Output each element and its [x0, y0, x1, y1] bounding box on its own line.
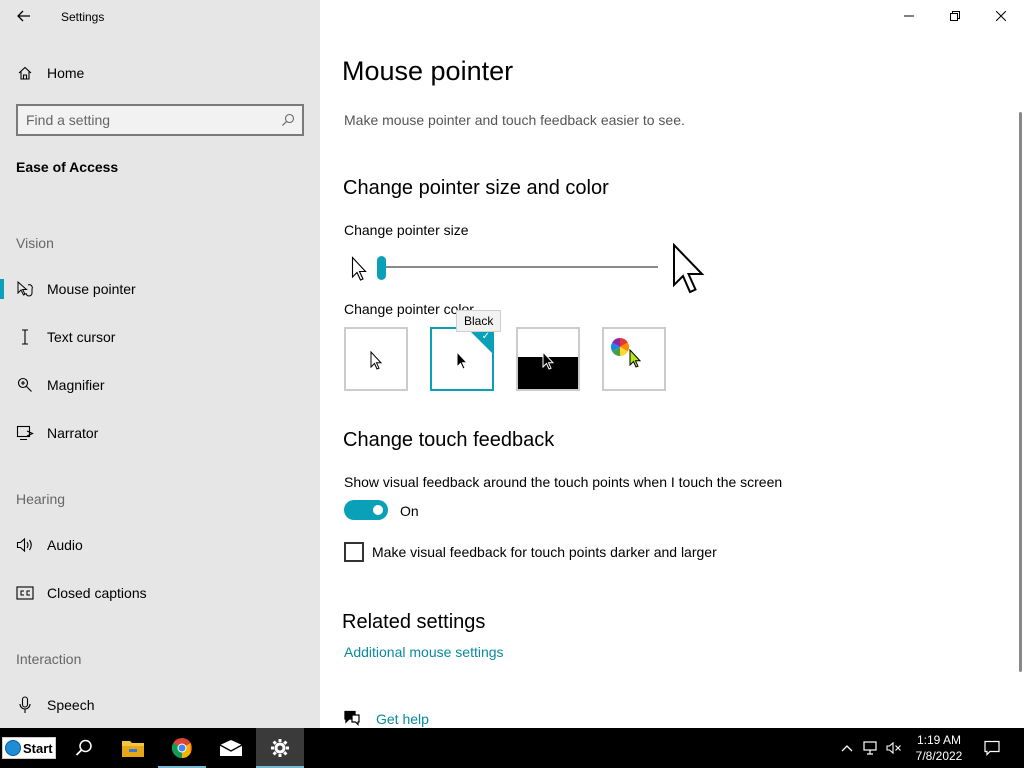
group-label-hearing: Hearing [16, 491, 66, 507]
sidebar-item-label: Home [47, 65, 85, 81]
page-description: Make mouse pointer and touch feedback ea… [344, 112, 685, 128]
page-title: Mouse pointer [342, 56, 514, 86]
get-help-link[interactable]: Get help [376, 711, 429, 727]
text-cursor-icon [16, 328, 34, 346]
toggle-state-label: On [400, 503, 419, 519]
large-pointer-icon [672, 242, 708, 300]
scrollbar[interactable] [1019, 112, 1022, 672]
minimize-icon [904, 15, 914, 17]
darker-feedback-label: Make visual feedback for touch points da… [372, 544, 717, 560]
pointer-color-white[interactable] [344, 327, 408, 391]
search-icon [75, 739, 92, 756]
sidebar-item-closed-captions[interactable]: Closed captions [0, 573, 320, 613]
start-logo-icon [5, 740, 21, 756]
sidebar-item-label: Magnifier [47, 377, 105, 393]
restore-icon [950, 11, 960, 21]
start-label: Start [23, 740, 53, 756]
mail-icon [219, 740, 243, 756]
folder-icon [122, 741, 144, 757]
taskbar-search-button[interactable] [60, 728, 108, 768]
chrome-icon [171, 738, 192, 759]
pointer-color-label: Change pointer color [344, 301, 474, 317]
back-arrow-icon [17, 10, 30, 22]
speaker-icon [16, 536, 34, 554]
sidebar-item-label: Closed captions [47, 585, 147, 601]
sidebar-item-text-cursor[interactable]: Text cursor [0, 317, 320, 357]
tooltip: Black [456, 310, 502, 332]
sidebar-item-label: Audio [47, 537, 83, 553]
chevron-up-icon[interactable] [839, 740, 855, 756]
gear-icon [271, 739, 289, 757]
start-button[interactable]: Start [2, 737, 56, 759]
related-settings-heading: Related settings [342, 611, 486, 633]
closed-captions-icon [16, 584, 34, 602]
color-wheel-icon [610, 337, 630, 362]
search-icon[interactable] [281, 113, 295, 127]
visual-feedback-toggle[interactable] [344, 500, 388, 520]
black-pointer-icon [456, 350, 470, 376]
volume-muted-icon[interactable] [886, 740, 902, 756]
clock-time: 1:19 AM [916, 733, 962, 747]
taskbar-clock[interactable]: 1:19 AM 7/8/2022 [910, 732, 968, 764]
magnifier-icon [16, 376, 34, 394]
checkmark-icon: ✓ [481, 331, 490, 342]
microphone-icon [16, 696, 34, 714]
taskbar-file-explorer[interactable] [109, 728, 157, 768]
sidebar-item-magnifier[interactable]: Magnifier [0, 365, 320, 405]
taskbar-settings[interactable] [256, 728, 304, 768]
darker-feedback-checkbox[interactable] [344, 542, 364, 562]
taskbar-chrome[interactable] [158, 728, 206, 768]
small-pointer-icon [351, 256, 369, 287]
section-title: Ease of Access [16, 159, 119, 175]
window-controls [886, 0, 1024, 32]
taskbar: Start 1:19 AM 7/8/2022 [0, 728, 1024, 768]
inverted-pointer-icon [542, 350, 556, 376]
visual-feedback-label: Show visual feedback around the touch po… [344, 474, 783, 490]
group-label-vision: Vision [16, 235, 54, 251]
network-icon[interactable] [863, 740, 879, 756]
sidebar: Settings Home Ease of Access Vision Mous… [0, 0, 320, 728]
white-pointer-icon [370, 350, 384, 376]
pointer-color-custom[interactable] [602, 327, 666, 391]
group-label-interaction: Interaction [16, 651, 82, 667]
back-button[interactable] [10, 4, 38, 28]
sidebar-item-narrator[interactable]: Narrator [0, 413, 320, 453]
search-field[interactable] [16, 104, 304, 136]
sidebar-item-label: Text cursor [47, 329, 116, 345]
pointer-section-heading: Change pointer size and color [343, 177, 609, 199]
titlebar-left: Settings [0, 0, 320, 32]
action-center-icon[interactable] [984, 740, 1000, 756]
sidebar-item-mouse-pointer[interactable]: Mouse pointer [0, 269, 320, 309]
sidebar-item-audio[interactable]: Audio [0, 525, 320, 565]
mouse-pointer-icon [16, 280, 34, 298]
clock-date: 7/8/2022 [915, 749, 963, 763]
narrator-icon [16, 424, 34, 442]
touch-section-heading: Change touch feedback [343, 429, 555, 451]
home-icon [16, 64, 34, 82]
pointer-color-inverted[interactable] [516, 327, 580, 391]
sidebar-item-speech[interactable]: Speech [0, 685, 320, 725]
custom-pointer-icon [629, 348, 643, 374]
app-title: Settings [61, 10, 105, 24]
pointer-size-slider-thumb[interactable] [377, 256, 386, 280]
close-button[interactable] [978, 0, 1024, 32]
additional-mouse-settings-link[interactable]: Additional mouse settings [344, 644, 504, 660]
restore-button[interactable] [932, 0, 978, 32]
taskbar-mail[interactable] [207, 728, 255, 768]
sidebar-item-label: Speech [47, 697, 95, 713]
sidebar-item-label: Narrator [47, 425, 99, 441]
search-input[interactable] [26, 111, 266, 129]
sidebar-item-label: Mouse pointer [47, 281, 136, 297]
close-icon [996, 11, 1006, 21]
pointer-size-slider-track[interactable] [380, 266, 658, 268]
pointer-size-label: Change pointer size [344, 222, 469, 238]
minimize-button[interactable] [886, 0, 932, 32]
sidebar-item-home[interactable]: Home [0, 53, 320, 93]
pointer-color-black[interactable]: ✓ [430, 327, 494, 391]
